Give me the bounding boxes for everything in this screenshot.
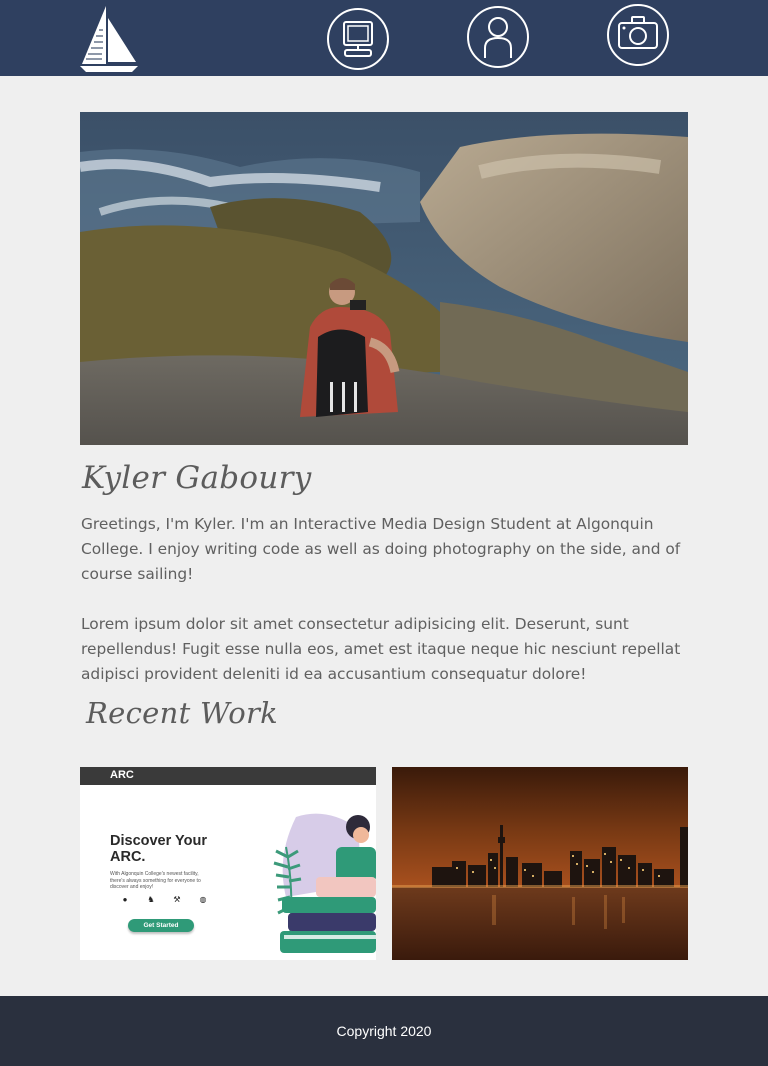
arc-feature-icons: ● ♞ ⚒ ◍ (114, 895, 218, 913)
arc-top-bar: ARC (80, 767, 376, 785)
user-icon (484, 17, 512, 58)
climbing-icon: ♞ (147, 895, 155, 904)
recent-work-heading: Recent Work (86, 696, 278, 730)
computer-icon (343, 21, 373, 57)
copyright-text: Copyright 2020 (336, 1023, 432, 1039)
nav-about-button[interactable] (467, 6, 529, 68)
arc-title: Discover Your ARC. (110, 833, 207, 865)
profile-name: Kyler Gaboury (82, 460, 312, 496)
work-item-city-skyline[interactable] (392, 767, 688, 960)
site-header (0, 0, 768, 76)
site-footer: Copyright 2020 (0, 996, 768, 1066)
intro-paragraph: Greetings, I'm Kyler. I'm an Interactive… (81, 515, 681, 583)
arc-description: With Algonquin College's newest facility… (110, 871, 201, 890)
arc-brand: ARC (110, 769, 134, 781)
work-item-arc[interactable]: ARC Discover Your ARC. With Algonquin Co… (80, 767, 376, 960)
nav-computer-button[interactable] (327, 8, 389, 70)
nav-photography-button[interactable] (607, 4, 669, 66)
sailboat-icon[interactable] (78, 4, 140, 72)
camera-icon (618, 16, 658, 49)
arc-illustration (273, 813, 376, 953)
arc-get-started-button: Get Started (128, 919, 194, 932)
city-skyline-photo (392, 767, 688, 960)
basketball-icon: ◍ (199, 895, 207, 904)
lorem-paragraph: Lorem ipsum dolor sit amet consectetur a… (81, 615, 681, 683)
dumbbell-icon: ⚒ (173, 895, 181, 904)
ball-icon: ● (122, 895, 128, 904)
hero-photo (80, 112, 688, 445)
